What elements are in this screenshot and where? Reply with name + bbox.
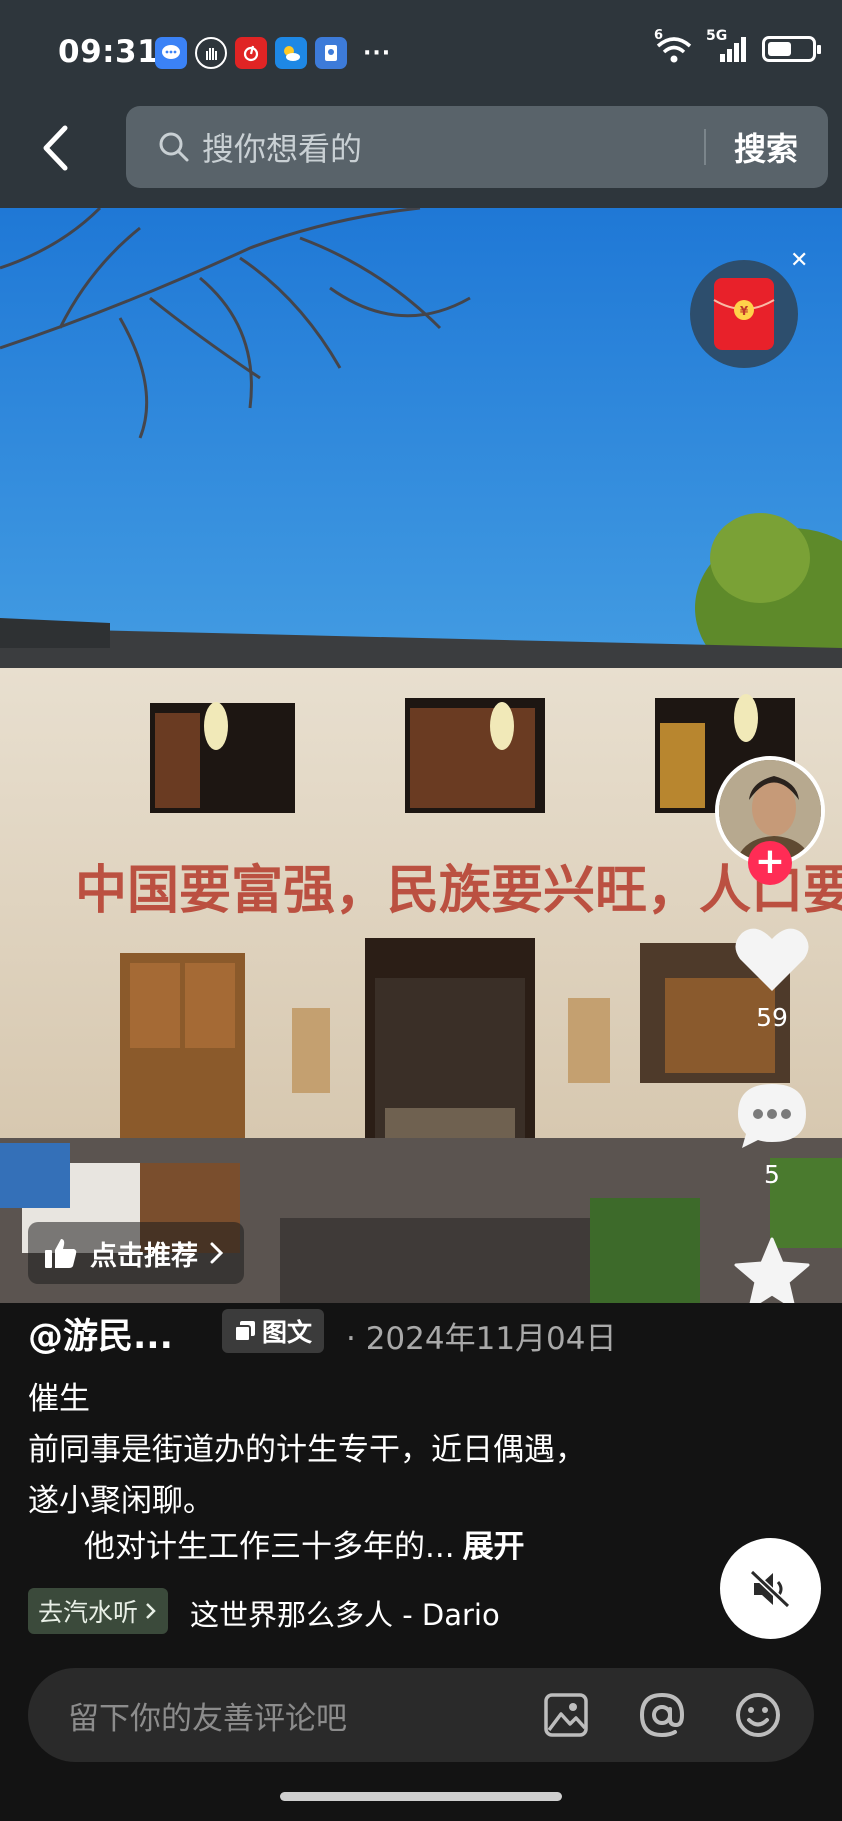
author-name[interactable]: @游民... <box>28 1308 173 1359</box>
like-count: 59 <box>756 1003 788 1032</box>
star-icon <box>734 1237 810 1310</box>
comment-bubble-icon <box>738 1084 806 1148</box>
image-picker-icon[interactable] <box>542 1691 590 1739</box>
music-track-title[interactable]: 这世界那么多人 - Dario <box>190 1592 524 1634</box>
cellular-signal-icon: 5G <box>706 28 750 64</box>
heart-icon <box>735 928 809 991</box>
chevron-right-small-icon <box>146 1603 156 1619</box>
search-input[interactable]: 搜你想看的 <box>202 124 704 170</box>
svg-text:中国要富强，民族要兴旺，人口要控制。: 中国要富强，民族要兴旺，人口要控制。 <box>75 861 842 921</box>
post-type-label: 图文 <box>262 1318 313 1347</box>
speaker-muted-icon <box>749 1569 790 1608</box>
battery-level <box>768 42 792 56</box>
comment-action[interactable]: 5 <box>724 1080 820 1189</box>
message-icon <box>155 37 187 69</box>
wifi-badge: 6 <box>654 28 664 43</box>
image-text-icon <box>234 1321 255 1342</box>
post-type-tag: 图文 <box>222 1309 325 1353</box>
post-body-truncated: 他对计生工作三十多年的... <box>84 1529 455 1565</box>
post-date: · 2024年11月04日 <box>346 1321 617 1357</box>
expand-button[interactable]: 展开 <box>463 1529 525 1565</box>
hand-icon <box>195 37 227 69</box>
post-title: 催生 <box>28 1381 90 1417</box>
red-packet-widget[interactable]: ¥ <box>690 260 798 368</box>
status-time: 09:31 <box>58 34 160 70</box>
recommend-label: 点击推荐 <box>90 1240 198 1272</box>
search-bar[interactable]: 搜你想看的 搜索 <box>126 106 828 188</box>
svg-text:¥: ¥ <box>740 304 749 318</box>
search-icon <box>159 132 189 162</box>
home-indicator[interactable] <box>280 1792 562 1801</box>
battery-icon <box>762 36 821 62</box>
mute-button[interactable] <box>720 1538 821 1639</box>
status-notification-icons: ··· <box>155 37 391 69</box>
post-image[interactable]: 中国要富强，民族要兴旺，人口要控制。 <box>0 208 842 1303</box>
wifi-icon: 6 <box>654 28 694 64</box>
like-action[interactable]: 59 <box>724 925 820 1032</box>
comment-input[interactable]: 留下你的友善评论吧 <box>68 1693 542 1738</box>
comment-count: 5 <box>764 1160 780 1189</box>
courtyard-photo: 中国要富强，民族要兴旺，人口要控制。 <box>0 208 842 1303</box>
music-source-chip[interactable]: 去汽水听 <box>28 1588 169 1634</box>
search-button[interactable]: 搜索 <box>706 124 828 170</box>
post-body-continued: 他对计生工作三十多年的... 展开 <box>84 1521 525 1566</box>
emoji-icon[interactable] <box>734 1691 782 1739</box>
music-source-label: 去汽水听 <box>38 1598 139 1627</box>
follow-button[interactable]: + <box>748 841 792 885</box>
chevron-left-icon <box>43 125 68 171</box>
thumbs-up-icon <box>45 1239 77 1268</box>
status-right: 6 5G <box>654 28 821 64</box>
comment-bar[interactable]: 留下你的友善评论吧 <box>28 1668 814 1762</box>
chevron-right-icon <box>210 1242 224 1264</box>
post-body: 前同事是街道办的计生专干，近日偶遇，遂小聚闲聊。 <box>28 1432 586 1519</box>
netease-music-icon <box>235 37 267 69</box>
at-mention-icon[interactable] <box>638 1691 686 1739</box>
back-button[interactable] <box>40 118 80 178</box>
status-more-indicator: ··· <box>363 40 392 66</box>
shield-app-icon <box>315 37 347 69</box>
red-packet-close-icon[interactable]: ✕ <box>790 248 808 273</box>
red-envelope-icon: ¥ <box>713 278 775 350</box>
recommend-button[interactable]: 点击推荐 <box>28 1222 244 1284</box>
weather-icon <box>275 37 307 69</box>
